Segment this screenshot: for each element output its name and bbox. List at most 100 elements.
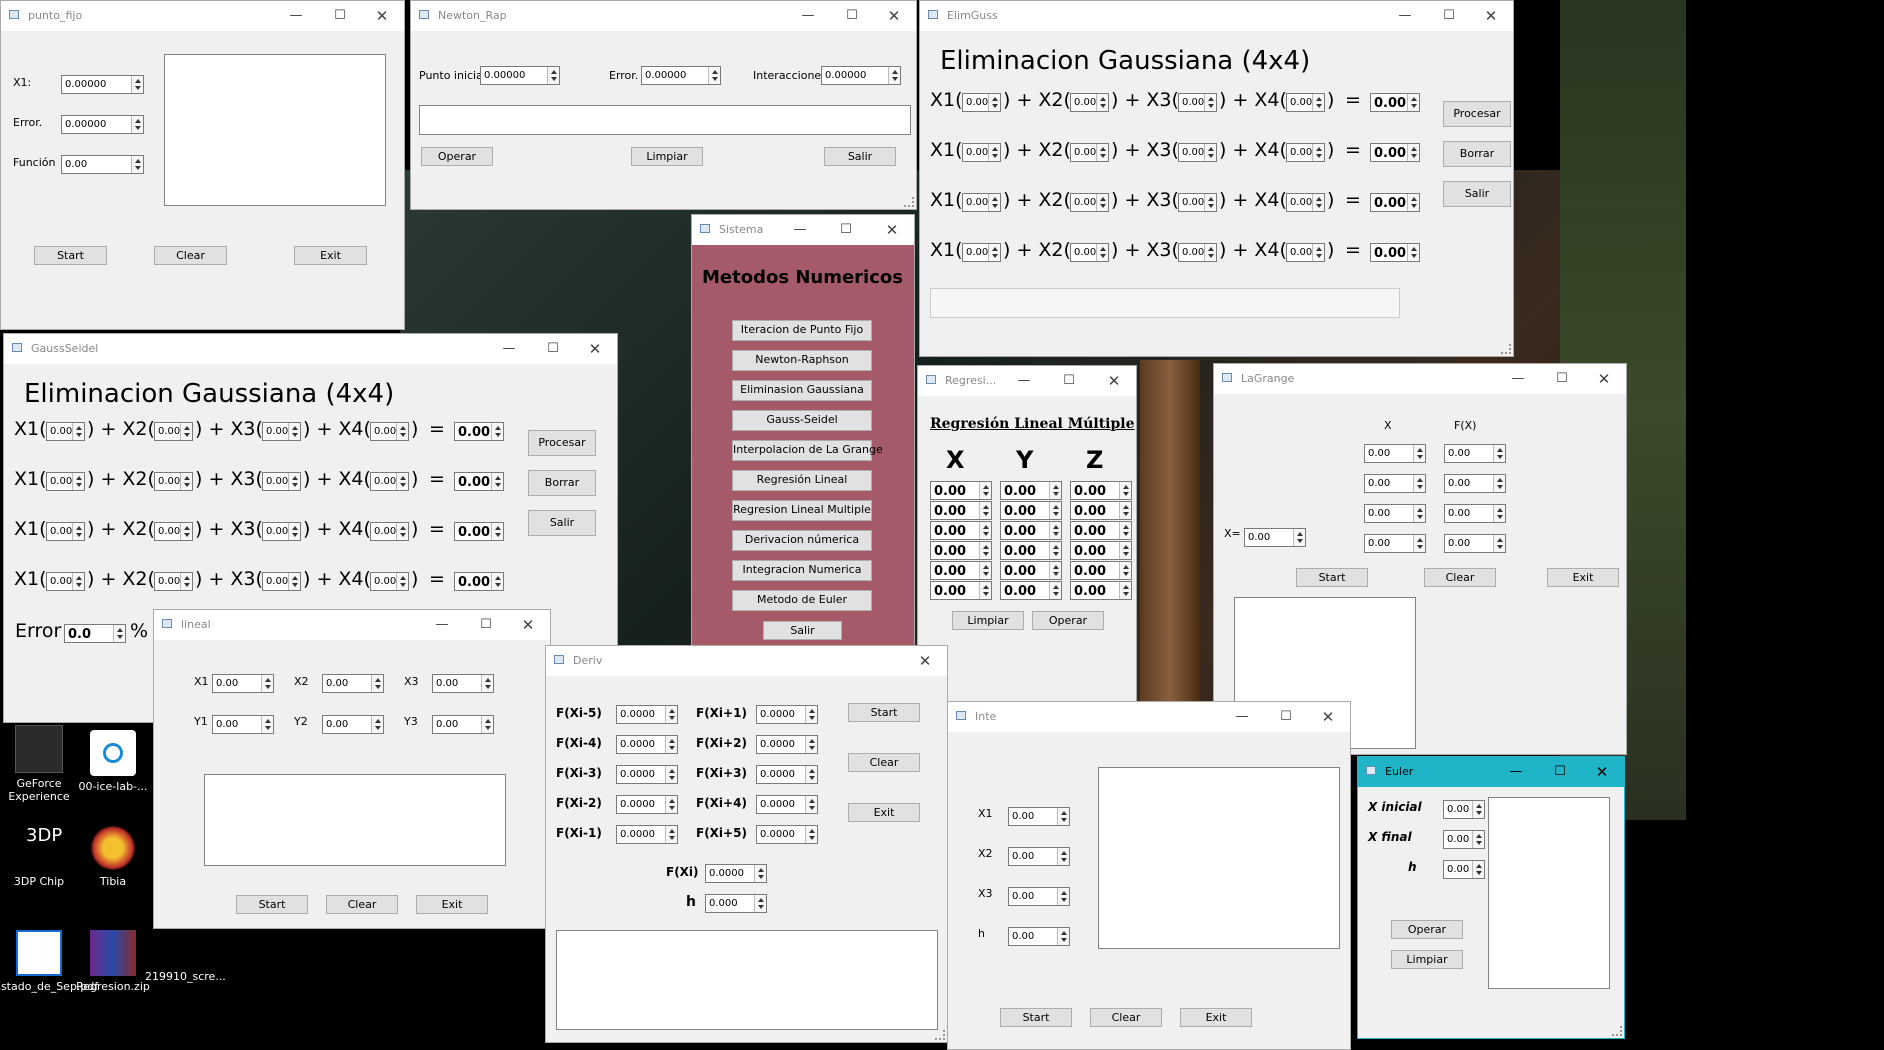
minimize-icon[interactable]: — [430,616,454,634]
minimize-icon[interactable]: — [497,340,521,358]
exit-button[interactable]: Exit [1547,568,1619,587]
output-box[interactable] [930,288,1400,318]
fxi-spinbox[interactable]: 0.0000 [705,864,767,883]
spin-arrows-icon[interactable] [72,523,84,540]
fx-minus-spinbox[interactable]: 0.0000 [616,825,678,844]
inte-value-spinbox[interactable]: 0.00 [1008,847,1070,866]
maximize-icon[interactable]: ☐ [1548,763,1572,781]
spin-arrows-icon[interactable] [180,473,192,490]
titlebar[interactable]: GaussSeidel — ☐ ✕ [4,334,617,364]
x3-coef-spinbox[interactable]: 0.00 [1178,93,1217,112]
maximize-icon[interactable]: ☐ [840,7,864,25]
regresion-cell-spinbox[interactable]: 0.00 [1000,521,1062,540]
inte-value-spinbox[interactable]: 0.00 [1008,927,1070,946]
clear-button[interactable]: Clear [154,246,227,265]
fx-plus-spinbox[interactable]: 0.0000 [756,825,818,844]
fx-minus-spinbox[interactable]: 0.0000 [616,765,678,784]
spin-arrows-icon[interactable] [491,473,503,490]
result-spinbox[interactable]: 0.00 [454,572,504,591]
spin-arrows-icon[interactable] [1472,801,1484,818]
x3-coef-spinbox[interactable]: 0.00 [262,472,301,491]
minimize-icon[interactable]: — [1506,370,1530,388]
spin-arrows-icon[interactable] [805,766,817,783]
operar-button[interactable]: Operar [1391,920,1463,939]
menu-button[interactable]: Regresion Lineal Multiple [732,500,872,521]
clear-button[interactable]: Clear [326,895,398,914]
spin-arrows-icon[interactable] [665,796,677,813]
spin-arrows-icon[interactable] [288,473,300,490]
output-box[interactable] [1488,797,1610,989]
menu-button[interactable]: Interpolacion de La Grange [732,440,883,461]
fx-value-spinbox[interactable]: 0.00 [1444,444,1506,463]
spin-arrows-icon[interactable] [1049,522,1061,539]
x4-coef-spinbox[interactable]: 0.00 [370,472,409,491]
spin-arrows-icon[interactable] [1204,194,1216,211]
fx-minus-spinbox[interactable]: 0.0000 [616,705,678,724]
spin-arrows-icon[interactable] [1096,144,1108,161]
regresion-cell-spinbox[interactable]: 0.00 [1070,541,1132,560]
titlebar[interactable]: LaGrange — ☐ ✕ [1214,364,1626,394]
spin-arrows-icon[interactable] [1413,445,1425,462]
x1-coef-spinbox[interactable]: 0.00 [46,422,85,441]
minimize-icon[interactable]: — [284,7,308,25]
spin-arrows-icon[interactable] [1119,502,1131,519]
fx-value-spinbox[interactable]: 0.00 [1444,474,1506,493]
close-icon[interactable]: ✕ [882,7,906,25]
close-icon[interactable]: ✕ [516,616,540,634]
maximize-icon[interactable]: ☐ [1550,370,1574,388]
spin-arrows-icon[interactable] [979,522,991,539]
menu-button[interactable]: Regresión Lineal [732,470,872,491]
regresion-cell-spinbox[interactable]: 0.00 [1070,521,1132,540]
close-icon[interactable]: ✕ [1316,708,1340,726]
error-spinbox[interactable]: 0.0 [64,624,126,643]
spin-arrows-icon[interactable] [888,67,900,84]
x-value-spinbox[interactable]: 0.00 [322,674,384,693]
spin-arrows-icon[interactable] [1407,94,1419,111]
interacciones-spinbox[interactable]: 0.00000 [821,66,901,85]
regresion-cell-spinbox[interactable]: 0.00 [1000,541,1062,560]
x-value-spinbox[interactable]: 0.00 [1364,504,1426,523]
spin-arrows-icon[interactable] [1119,482,1131,499]
error-spinbox[interactable]: 0.00000 [641,66,721,85]
spin-arrows-icon[interactable] [1119,582,1131,599]
spin-arrows-icon[interactable] [1413,535,1425,552]
spin-arrows-icon[interactable] [396,573,408,590]
x2-coef-spinbox[interactable]: 0.00 [154,422,193,441]
resize-grip-icon[interactable] [935,1030,945,1040]
spin-arrows-icon[interactable] [1119,542,1131,559]
spin-arrows-icon[interactable] [754,895,766,912]
spin-arrows-icon[interactable] [288,523,300,540]
regresion-cell-spinbox[interactable]: 0.00 [930,561,992,580]
regresion-cell-spinbox[interactable]: 0.00 [930,541,992,560]
spin-arrows-icon[interactable] [988,194,1000,211]
menu-button[interactable]: Gauss-Seidel [732,410,872,431]
x1-coef-spinbox[interactable]: 0.00 [962,243,1001,262]
titlebar[interactable]: Sistema — ☐ ✕ [692,215,914,245]
close-icon[interactable]: ✕ [370,7,394,25]
close-icon[interactable]: ✕ [1479,7,1503,25]
x4-coef-spinbox[interactable]: 0.00 [370,572,409,591]
spin-arrows-icon[interactable] [1204,244,1216,261]
titlebar[interactable]: ElimGuss — ☐ ✕ [920,1,1513,31]
spin-arrows-icon[interactable] [396,523,408,540]
x3-coef-spinbox[interactable]: 0.00 [1178,243,1217,262]
spin-arrows-icon[interactable] [1049,562,1061,579]
clear-button[interactable]: Clear [1090,1008,1162,1027]
menu-button[interactable]: Newton-Raphson [732,350,872,371]
inte-value-spinbox[interactable]: 0.00 [1008,807,1070,826]
result-spinbox[interactable]: 0.00 [1370,243,1420,262]
x4-coef-spinbox[interactable]: 0.00 [1286,193,1325,212]
fx-plus-spinbox[interactable]: 0.0000 [756,705,818,724]
minimize-icon[interactable]: — [788,221,812,239]
x1-spinbox[interactable]: 0.00000 [61,75,144,94]
spin-arrows-icon[interactable] [805,736,817,753]
minimize-icon[interactable]: — [1504,763,1528,781]
maximize-icon[interactable]: ☐ [1274,708,1298,726]
close-icon[interactable]: ✕ [1592,370,1616,388]
borrar-button[interactable]: Borrar [528,470,596,496]
regresion-cell-spinbox[interactable]: 0.00 [1070,581,1132,600]
x-value-spinbox[interactable]: 0.00 [212,674,274,693]
x1-coef-spinbox[interactable]: 0.00 [46,572,85,591]
euler-value-spinbox[interactable]: 0.00 [1443,800,1485,819]
regresion-cell-spinbox[interactable]: 0.00 [1000,501,1062,520]
